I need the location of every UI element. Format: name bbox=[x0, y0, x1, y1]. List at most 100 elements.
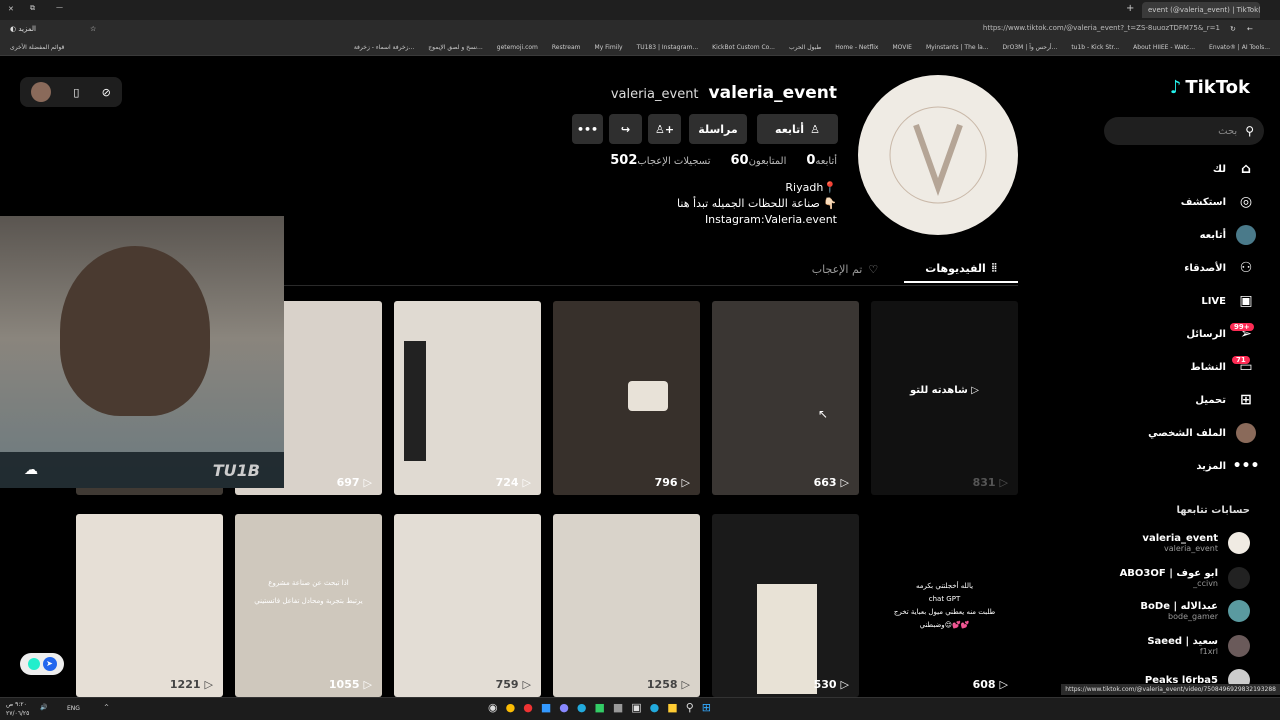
file-explorer-icon[interactable]: ■ bbox=[667, 701, 677, 714]
back-icon[interactable]: ← bbox=[1247, 25, 1253, 33]
search-icon[interactable]: ⚲ bbox=[1245, 124, 1254, 138]
upload-icon: ⊞ bbox=[1240, 392, 1252, 408]
activity-badge: 71 bbox=[1232, 356, 1250, 364]
following-account[interactable]: valeria_event valeria_event bbox=[1142, 532, 1250, 554]
bookmark-item[interactable]: TU183 | Instagram... bbox=[637, 44, 699, 51]
active-tab[interactable]: event (@valeria_event) | TikTok(71) bbox=[1142, 2, 1260, 18]
new-tab-icon[interactable]: + bbox=[1126, 3, 1134, 14]
nav-friends[interactable]: الأصدقاء ⚇ bbox=[1184, 258, 1256, 278]
nav-profile[interactable]: الملف الشخصي bbox=[1148, 423, 1256, 443]
store-icon[interactable]: ▣ bbox=[631, 701, 641, 714]
avatar bbox=[1228, 635, 1250, 657]
add-friend-button[interactable]: ♙+ bbox=[648, 114, 681, 144]
nav-more[interactable]: المزيد ••• bbox=[1196, 456, 1259, 476]
avatar bbox=[1228, 532, 1250, 554]
nav-following[interactable]: أتابعه bbox=[1200, 225, 1256, 245]
bookmark-item[interactable]: MOVIE bbox=[892, 44, 911, 51]
user-avatar[interactable] bbox=[31, 82, 52, 102]
steam-icon[interactable]: ◉ bbox=[488, 701, 498, 714]
following-avatar-icon bbox=[1236, 225, 1256, 245]
search-icon[interactable]: ⚲ bbox=[686, 701, 694, 714]
bookmark-item[interactable]: Restream bbox=[552, 44, 581, 51]
share-button[interactable]: ↪ bbox=[609, 114, 642, 144]
video-tile[interactable]: 759 ▷ bbox=[394, 514, 541, 697]
bookmark-item[interactable]: نسخ و لصق الإيموج... bbox=[428, 44, 482, 51]
avatar bbox=[1228, 567, 1250, 589]
video-tile-watched[interactable]: شاهدته للتو ▷ 831 ▷ bbox=[871, 301, 1018, 495]
star-icon[interactable]: ☆ bbox=[90, 25, 96, 33]
taskbar: ٩:٢٠ ص ٢٧/٠٦/٢٥ ENG 🔊 ^ ◉ ● ● ■ ● ● ■ ■ … bbox=[0, 697, 1280, 720]
status-url: https://www.tiktok.com/@valeria_event/vi… bbox=[1061, 684, 1280, 695]
address-bar-row: ← ↻ https://www.tiktok.com/@valeria_even… bbox=[0, 20, 1280, 40]
language-indicator[interactable]: ENG bbox=[67, 705, 80, 712]
video-tile[interactable]: يالله أخجلتني بكرمه chat GPT طلبت منه يع… bbox=[871, 514, 1018, 697]
reload-icon[interactable]: ↻ bbox=[1230, 25, 1236, 33]
chrome-icon[interactable]: ● bbox=[506, 701, 516, 714]
discord-icon[interactable]: ● bbox=[559, 701, 569, 714]
bookmark-item[interactable]: tu1b - Kick Str... bbox=[1071, 44, 1119, 51]
video-tile[interactable]: 663 ▷ bbox=[712, 301, 859, 495]
play-icon: ▷ bbox=[840, 476, 849, 489]
bookmark-item[interactable]: My Fimily bbox=[595, 44, 623, 51]
tiktok-logo[interactable]: ♪ TikTok bbox=[1170, 77, 1250, 98]
profile-avatar[interactable] bbox=[858, 75, 1018, 235]
video-tile[interactable]: 796 ▷ bbox=[553, 301, 700, 495]
nav-live[interactable]: LIVE ▣ bbox=[1201, 291, 1256, 311]
nav-explore[interactable]: استكشف ◎ bbox=[1181, 192, 1256, 212]
nav-for-you[interactable]: لك ⌂ bbox=[1213, 159, 1256, 179]
bookmark-item[interactable]: Myinstants | The la... bbox=[926, 44, 989, 51]
video-tile[interactable]: 1258 ▷ bbox=[553, 514, 700, 697]
profile-avatar-icon bbox=[1236, 423, 1256, 443]
edge-icon[interactable]: ● bbox=[577, 701, 587, 714]
tray-chevron-icon[interactable]: ^ bbox=[104, 704, 109, 711]
video-tile[interactable]: 1221 ▷ bbox=[76, 514, 223, 697]
bookmark-item[interactable]: زخرفة اسماء - زخرفة... bbox=[354, 44, 414, 51]
windows-start-icon[interactable]: ⊞ bbox=[702, 701, 711, 714]
username: valeria_event bbox=[708, 83, 837, 103]
bookmark-item[interactable]: Envato® | AI Tools... bbox=[1209, 44, 1270, 51]
clock[interactable]: ٩:٢٠ ص ٢٧/٠٦/٢٥ bbox=[6, 700, 29, 718]
following-button[interactable]: أتابعه ♙ bbox=[757, 114, 838, 144]
close-window-icon[interactable]: ✕ bbox=[8, 5, 14, 13]
banner-logo-icon: ☁ bbox=[24, 462, 38, 478]
floating-toggle[interactable]: ➤ bbox=[20, 653, 64, 675]
nav-upload[interactable]: تحميل ⊞ bbox=[1195, 390, 1256, 410]
url-input[interactable]: https://www.tiktok.com/@valeria_event?_t… bbox=[900, 24, 1220, 37]
video-tile[interactable]: اذا تبحث عن صناعة مشروع يرتبط بتجربة ومح… bbox=[235, 514, 382, 697]
shield-app-icon[interactable]: ● bbox=[523, 701, 533, 714]
video-tile[interactable]: 724 ▷ bbox=[394, 301, 541, 495]
app-icon[interactable]: ■ bbox=[594, 701, 604, 714]
edge-menu-icon[interactable]: ◐ المزيد bbox=[10, 25, 36, 33]
following-accounts-title: حسابات تتابعها bbox=[1176, 505, 1250, 516]
volume-icon[interactable]: 🔊 bbox=[40, 704, 47, 711]
stat-followers[interactable]: المتابعون60 bbox=[726, 153, 786, 168]
following-account[interactable]: Saeed | سعيد f1xrl bbox=[1147, 635, 1250, 657]
bookmark-item[interactable]: Home - Netflix bbox=[835, 44, 878, 51]
minimize-icon[interactable]: — bbox=[56, 3, 63, 11]
heart-icon: ♡ bbox=[868, 262, 879, 276]
edge-icon[interactable]: ● bbox=[650, 701, 660, 714]
tab-liked[interactable]: تم الإعجاب ♡ bbox=[800, 255, 890, 283]
compass-small-icon[interactable]: ⊘ bbox=[102, 86, 111, 99]
bookmark-item[interactable]: KickBot Custom Co... bbox=[712, 44, 775, 51]
following-account[interactable]: BoDe | عبدالاله bode_gamer bbox=[1140, 600, 1250, 622]
play-icon: ▷ bbox=[999, 678, 1008, 691]
more-options-button[interactable]: ••• bbox=[572, 114, 603, 144]
app-icon bbox=[27, 658, 40, 670]
phone-icon[interactable]: ▯ bbox=[73, 86, 79, 99]
bookmark-item[interactable]: About HIIEE - Watc... bbox=[1133, 44, 1195, 51]
other-bookmarks[interactable]: قوائم المفضلة الأخرى bbox=[10, 44, 64, 51]
bookmark-item[interactable]: DrO3M | أرحس وآ... bbox=[1003, 44, 1058, 51]
message-button[interactable]: مراسلة bbox=[689, 114, 747, 144]
stat-following[interactable]: أتابعه0 bbox=[802, 153, 837, 168]
video-tile[interactable]: 530 ▷ bbox=[712, 514, 859, 697]
bookmark-item[interactable]: طبول الحرب bbox=[789, 44, 821, 51]
bookmark-item[interactable]: getemoji.com bbox=[497, 44, 538, 51]
following-account[interactable]: ABO3OF | ابو عوف _ccivn bbox=[1120, 567, 1250, 589]
search-input[interactable]: بحث ⚲ bbox=[1104, 117, 1264, 145]
tiktok-page: ▯ ⊘ ♪ TikTok بحث ⚲ لك ⌂ استكشف ◎ أتابعه ال… bbox=[0, 57, 1280, 697]
app-icon[interactable]: ■ bbox=[613, 701, 623, 714]
window-icon[interactable]: ⧉ bbox=[30, 4, 35, 13]
app-icon[interactable]: ■ bbox=[541, 701, 551, 714]
tab-videos[interactable]: الفيديوهات ⦙⦙ bbox=[904, 255, 1018, 283]
